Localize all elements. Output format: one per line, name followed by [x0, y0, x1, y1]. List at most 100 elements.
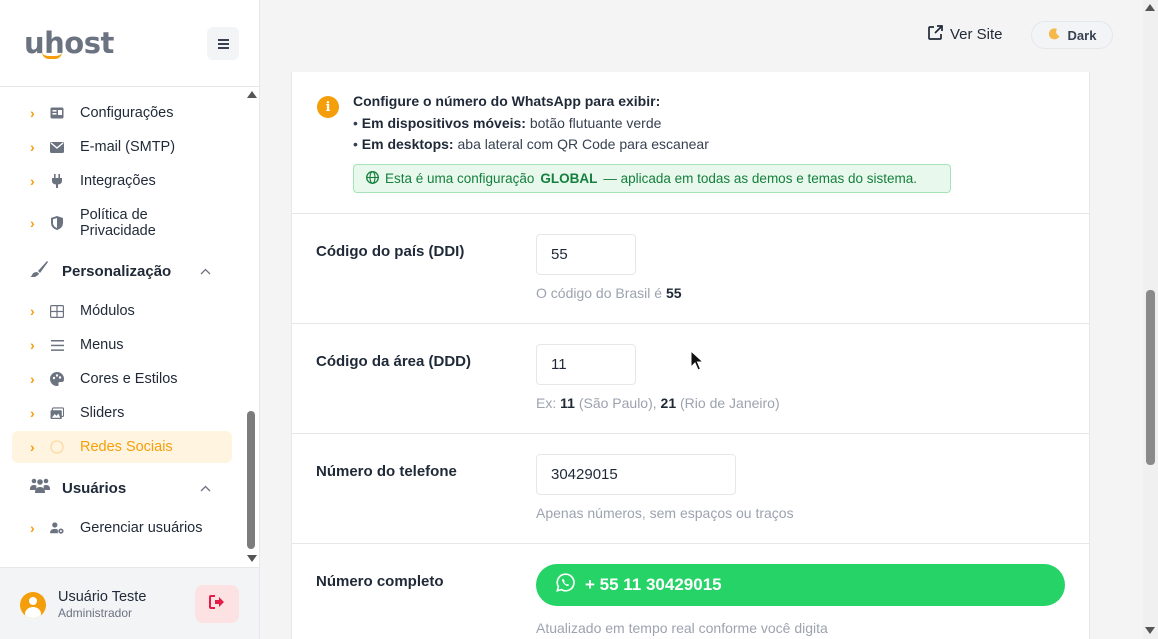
- sidebar-item-label: Redes Sociais: [80, 439, 173, 455]
- list-icon: [50, 338, 64, 352]
- dark-mode-label: Dark: [1067, 27, 1097, 43]
- ddd-input[interactable]: 11: [536, 344, 636, 385]
- scrollbar-thumb[interactable]: [247, 411, 255, 549]
- sidebar-item-redes-sociais[interactable]: › Redes Sociais: [12, 431, 232, 463]
- whatsapp-icon: [556, 573, 575, 597]
- ddd-help: Ex: 11 (São Paulo), 21 (Rio de Janeiro): [536, 395, 780, 411]
- sidebar-item-gerenciar-usuarios[interactable]: › Gerenciar usuários: [12, 512, 232, 544]
- info-mobile-text: botão flutuante verde: [529, 115, 662, 131]
- sidebar-toggle-button[interactable]: [207, 27, 239, 60]
- section-personalizacao[interactable]: Personalização: [0, 254, 244, 288]
- whatsapp-number-preview-button[interactable]: + 55 11 30429015: [536, 564, 1065, 606]
- ddd-help-ex: Ex:: [536, 395, 557, 411]
- sidebar-nav: › Configurações › E-mail (SMTP) › Integr…: [0, 88, 244, 566]
- ddi-label: Código do país (DDI): [316, 243, 465, 260]
- whatsapp-icon: [50, 440, 64, 454]
- sidebar-item-label: Política de Privacidade: [80, 207, 156, 239]
- info-title: Configure o número do WhatsApp para exib…: [353, 93, 661, 109]
- sidebar-item-email-smtp[interactable]: › E-mail (SMTP): [12, 131, 232, 163]
- chevron-up-icon: [200, 481, 211, 495]
- ddi-help-text: O código do Brasil é: [536, 285, 663, 301]
- phone-help: Apenas números, sem espaços ou traços: [536, 505, 794, 521]
- scroll-up-arrow-icon[interactable]: [1145, 4, 1155, 11]
- id-card-icon: [50, 106, 64, 120]
- chevron-right-icon: ›: [30, 215, 35, 231]
- global-prefix: Esta é uma configuração: [385, 171, 535, 186]
- scrollbar-thumb[interactable]: [1146, 290, 1155, 465]
- section-usuarios[interactable]: Usuários: [0, 471, 244, 505]
- ddd-label: Código da área (DDD): [316, 353, 472, 370]
- chevron-right-icon: ›: [30, 337, 35, 353]
- full-number-value: + 55 11 30429015: [585, 575, 722, 594]
- chevron-right-icon: ›: [30, 405, 35, 421]
- info-notice: i Configure o número do WhatsApp para ex…: [292, 72, 1089, 214]
- paintbrush-icon: [30, 260, 48, 282]
- images-icon: [50, 406, 64, 420]
- sidebar-scrollbar[interactable]: [245, 88, 259, 566]
- sidebar: uhost › Configurações › E-mail (SMTP) › …: [0, 0, 260, 639]
- globe-icon: [366, 170, 379, 187]
- user-role: Administrador: [58, 606, 133, 620]
- sidebar-item-configuracoes[interactable]: › Configurações: [12, 97, 232, 129]
- info-desktop-bold: Em desktops:: [361, 136, 454, 152]
- ver-site-label: Ver Site: [950, 26, 1003, 43]
- sidebar-item-label: E-mail (SMTP): [80, 139, 176, 155]
- logo[interactable]: uhost: [24, 26, 114, 60]
- label-line-2: Privacidade: [80, 223, 156, 239]
- sidebar-item-label: Gerenciar usuários: [80, 520, 203, 536]
- users-icon: [30, 478, 50, 498]
- sidebar-item-label: Cores e Estilos: [80, 371, 178, 387]
- brand-header: uhost: [0, 0, 259, 87]
- full-number-help: Atualizado em tempo real conforme você d…: [536, 620, 828, 636]
- sidebar-item-menus[interactable]: › Menus: [12, 329, 232, 361]
- chevron-right-icon: ›: [30, 371, 35, 387]
- info-desktop-text: aba lateral com QR Code para escanear: [457, 136, 709, 152]
- ver-site-link[interactable]: Ver Site: [928, 25, 1003, 44]
- external-link-icon: [928, 25, 943, 44]
- chevron-right-icon: ›: [30, 520, 35, 536]
- sign-out-icon: [209, 594, 225, 614]
- sidebar-item-label: Sliders: [80, 405, 125, 421]
- palette-icon: [50, 372, 64, 386]
- hamburger-icon: [217, 42, 229, 45]
- grid-icon: [50, 304, 64, 318]
- user-panel: Usuário Teste Administrador: [0, 567, 259, 639]
- section-label: Personalização: [62, 262, 172, 280]
- envelope-icon: [50, 140, 64, 154]
- sidebar-item-label: Módulos: [80, 303, 135, 319]
- sidebar-item-politica-privacidade[interactable]: › Política de Privacidade: [12, 199, 232, 247]
- chevron-right-icon: ›: [30, 173, 35, 189]
- scroll-down-arrow-icon[interactable]: [247, 555, 257, 562]
- chevron-right-icon: ›: [30, 139, 35, 155]
- sidebar-item-cores-estilos[interactable]: › Cores e Estilos: [12, 363, 232, 395]
- sidebar-item-modulos[interactable]: › Módulos: [12, 295, 232, 327]
- row-ddd: Código da área (DDD) 11 Ex: 11 (São Paul…: [292, 324, 1089, 434]
- chevron-up-icon: [200, 264, 211, 278]
- avatar: [20, 592, 46, 618]
- logout-button[interactable]: [195, 585, 239, 623]
- ddd-help-b1: 11: [560, 395, 575, 411]
- phone-input[interactable]: 30429015: [536, 454, 736, 495]
- chevron-right-icon: ›: [30, 439, 35, 455]
- global-suffix: — aplicada em todas as demos e temas do …: [603, 171, 917, 186]
- label-line-1: Política de: [80, 207, 148, 223]
- global-bold: GLOBAL: [540, 171, 598, 186]
- scroll-up-arrow-icon[interactable]: [247, 91, 257, 98]
- phone-label: Número do telefone: [316, 463, 457, 480]
- sidebar-item-sliders[interactable]: › Sliders: [12, 397, 232, 429]
- dark-mode-toggle[interactable]: Dark: [1031, 21, 1113, 49]
- section-label: Usuários: [62, 479, 127, 497]
- plug-icon: [50, 174, 64, 188]
- ddd-help-t1: (São Paulo),: [578, 395, 657, 411]
- ddi-input[interactable]: 55: [536, 234, 636, 275]
- full-number-label: Número completo: [316, 573, 444, 590]
- global-config-badge: Esta é uma configuração GLOBAL — aplicad…: [353, 164, 951, 193]
- shield-icon: [50, 216, 64, 230]
- scroll-down-arrow-icon[interactable]: [1145, 627, 1155, 634]
- page-scrollbar[interactable]: [1143, 0, 1158, 639]
- info-mobile-bold: Em dispositivos móveis:: [361, 115, 526, 131]
- info-icon: i: [317, 96, 339, 118]
- chevron-right-icon: ›: [30, 105, 35, 121]
- user-gear-icon: [50, 521, 64, 535]
- sidebar-item-integracoes[interactable]: › Integrações: [12, 165, 232, 197]
